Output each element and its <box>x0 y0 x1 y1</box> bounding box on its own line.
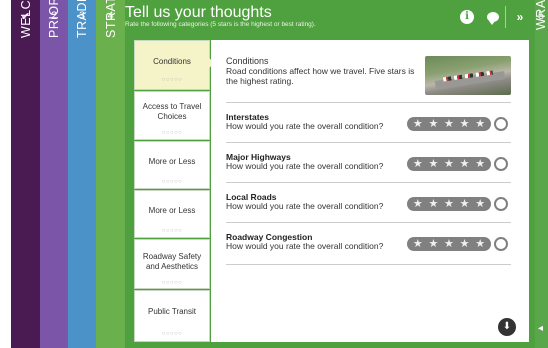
clear-rating-button[interactable] <box>494 157 508 171</box>
category-item-roadway-safety-and-aesthetics[interactable]: Roadway Safety and Aesthetics ○○○○○ <box>134 239 210 289</box>
step-tab-welcome[interactable]: ✔ WELCOME <box>11 0 40 348</box>
divider <box>226 222 511 223</box>
step-tab-tradeoffs[interactable]: 3 TRADEOFFS <box>68 0 96 348</box>
header-divider <box>505 6 506 28</box>
star-icon[interactable]: ★ <box>460 117 470 131</box>
category-stars: ○○○○○ <box>161 130 183 136</box>
star-icon[interactable]: ★ <box>460 197 470 211</box>
page-title: Tell us your thoughts <box>125 4 272 21</box>
category-stars: ○○○○○ <box>161 228 183 234</box>
star-icon[interactable]: ★ <box>413 157 423 171</box>
step-label-strategy-rating: STRATEGY RATING <box>104 0 118 38</box>
step-tab-strategy-rating[interactable]: 4 STRATEGY RATING <box>96 0 125 348</box>
star-rating-local-roads[interactable]: ★ ★ ★ ★ ★ <box>407 197 491 211</box>
star-icon[interactable]: ★ <box>460 237 470 251</box>
star-icon[interactable]: ★ <box>428 197 438 211</box>
star-icon[interactable]: ★ <box>428 237 438 251</box>
divider <box>226 182 511 183</box>
category-label: Access to Travel Choices <box>142 102 202 121</box>
page-subtitle: Rate the following categories (5 stars i… <box>125 21 316 28</box>
detail-description: Road conditions affect how we travel. Fi… <box>226 66 415 86</box>
question-text: How would you rate the overall condition… <box>226 161 384 171</box>
category-label: Roadway Safety and Aesthetics <box>142 252 202 271</box>
category-label: More or Less <box>148 157 196 166</box>
app-stage: ✔ WELCOME 2 PRIORITY RANKING 3 TRADEOFFS… <box>0 0 548 348</box>
divider <box>226 142 511 143</box>
info-icon[interactable]: i <box>460 10 474 24</box>
step-tab-wrap-up[interactable]: 5 WRAP UP ◂ <box>534 0 548 348</box>
road-photo <box>425 56 511 95</box>
detail-title: Conditions <box>226 56 269 66</box>
star-icon[interactable]: ★ <box>475 117 485 131</box>
divider <box>226 264 511 265</box>
category-label: Conditions <box>153 57 191 66</box>
star-icon[interactable]: ★ <box>444 197 454 211</box>
star-icon[interactable]: ★ <box>475 157 485 171</box>
clear-rating-button[interactable] <box>494 117 508 131</box>
star-icon[interactable]: ★ <box>428 157 438 171</box>
clear-rating-button[interactable] <box>494 237 508 251</box>
star-icon[interactable]: ★ <box>444 117 454 131</box>
question-text: How would you rate the overall condition… <box>226 201 384 211</box>
scroll-down-icon[interactable]: ⬇ <box>498 318 516 336</box>
comment-icon[interactable] <box>486 10 500 25</box>
step-label-tradeoffs: TRADEOFFS <box>75 0 89 38</box>
category-item-conditions[interactable]: Conditions ○○○○○ <box>134 40 215 90</box>
step-label-priority-ranking: PRIORITY RANKING <box>47 0 61 38</box>
step-label-welcome: WELCOME <box>18 0 33 38</box>
star-icon[interactable]: ★ <box>475 237 485 251</box>
question-text: How would you rate the overall condition… <box>226 121 384 131</box>
step-tab-priority-ranking[interactable]: 2 PRIORITY RANKING <box>40 0 68 348</box>
star-icon[interactable]: ★ <box>413 197 423 211</box>
star-icon[interactable]: ★ <box>444 157 454 171</box>
star-rating-major-highways[interactable]: ★ ★ ★ ★ ★ <box>407 157 491 171</box>
next-step-icon[interactable]: » <box>513 10 527 24</box>
star-icon[interactable]: ★ <box>413 117 423 131</box>
category-item-more-or-less-2[interactable]: More or Less ○○○○○ <box>134 190 210 238</box>
star-icon[interactable]: ★ <box>413 237 423 251</box>
step-label-wrap-up: WRAP UP <box>534 0 548 30</box>
category-stars: ○○○○○ <box>161 280 183 286</box>
star-rating-interstates[interactable]: ★ ★ ★ ★ ★ <box>407 117 491 131</box>
category-label: More or Less <box>148 206 196 215</box>
star-icon[interactable]: ★ <box>475 197 485 211</box>
star-icon[interactable]: ★ <box>428 117 438 131</box>
star-rating-roadway-congestion[interactable]: ★ ★ ★ ★ ★ <box>407 237 491 251</box>
category-stars: ○○○○○ <box>161 77 183 83</box>
star-icon[interactable]: ★ <box>460 157 470 171</box>
collapse-arrow-icon: ◂ <box>538 323 544 334</box>
category-item-access-to-travel-choices[interactable]: Access to Travel Choices ○○○○○ <box>134 91 210 140</box>
star-icon[interactable]: ★ <box>444 237 454 251</box>
question-text: How would you rate the overall condition… <box>226 241 384 251</box>
category-item-more-or-less[interactable]: More or Less ○○○○○ <box>134 141 210 189</box>
category-item-public-transit[interactable]: Public Transit ○○○○○ <box>134 290 210 342</box>
category-stars: ○○○○○ <box>161 179 183 185</box>
clear-rating-button[interactable] <box>494 197 508 211</box>
divider <box>226 102 511 103</box>
category-label: Public Transit <box>147 307 197 316</box>
category-stars: ○○○○○ <box>161 331 183 337</box>
